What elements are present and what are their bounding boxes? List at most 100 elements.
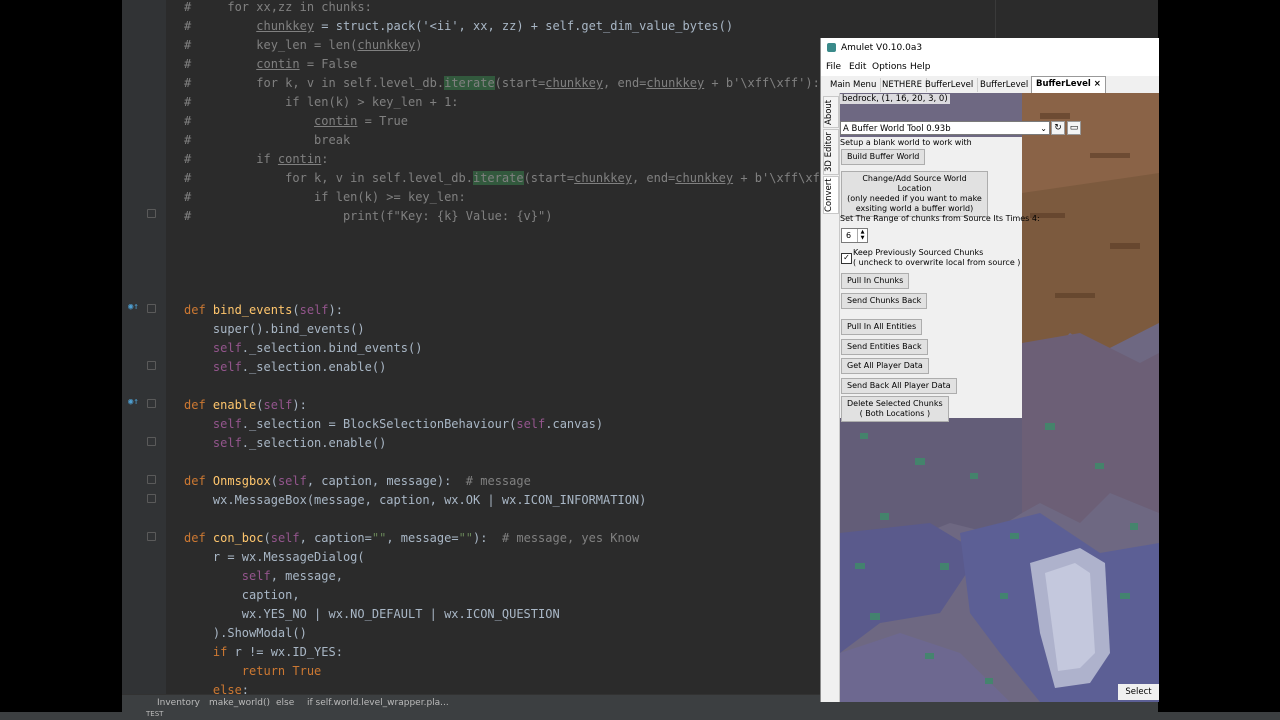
code-line[interactable]: wx.MessageBox(message, caption, wx.OK | … <box>184 491 646 510</box>
code-token: con_boc <box>212 531 264 545</box>
code-line[interactable]: r = wx.MessageDialog( <box>184 548 365 567</box>
code-token: chunkkey <box>357 38 416 52</box>
code-token: self <box>277 474 307 488</box>
fold-icon[interactable] <box>147 209 156 218</box>
code-line[interactable]: if r != wx.ID_YES: <box>184 643 343 662</box>
send-player-data-button[interactable]: Send Back All Player Data <box>841 378 957 394</box>
menu-file[interactable]: File <box>826 62 841 72</box>
menu-edit[interactable]: Edit <box>849 62 866 72</box>
code-line[interactable]: self._selection.enable() <box>184 434 386 453</box>
fold-icon[interactable] <box>147 304 156 313</box>
reload-icon[interactable]: ↻ <box>1051 121 1065 135</box>
code-line[interactable]: super().bind_events() <box>184 320 365 339</box>
code-line[interactable]: # if len(k) > key_len + 1: <box>184 93 459 112</box>
get-player-data-button[interactable]: Get All Player Data <box>841 358 929 374</box>
code-line[interactable]: def enable(self): <box>184 396 307 415</box>
tab-bufferlevel-2[interactable]: BufferLevel <box>976 78 1034 92</box>
pull-in-entities-button[interactable]: Pull In All Entities <box>841 319 923 335</box>
code-line[interactable]: def con_boc(self, caption="", message=""… <box>184 529 639 548</box>
override-marker-icon[interactable]: ◉↑ <box>128 302 139 312</box>
title-bar[interactable]: Amulet V0.10.0a3 <box>821 38 1159 59</box>
amulet-window[interactable]: Amulet V0.10.0a3 File Edit Options Help … <box>820 38 1159 702</box>
code-line[interactable]: # for k, v in self.level_db.iterate(star… <box>184 169 849 188</box>
side-tab-3d-editor[interactable]: 3D Editor <box>823 129 839 175</box>
code-line[interactable]: # break <box>184 131 350 150</box>
code-line[interactable]: # if contin: <box>184 150 329 169</box>
code-token: chunkkey <box>675 171 734 185</box>
code-token: iterate <box>444 76 495 90</box>
code-token: # for k, v in self.level_db. <box>184 76 445 90</box>
code-token: self <box>184 569 271 583</box>
side-tabs: About 3D Editor Convert <box>821 93 840 702</box>
code-token: caption, <box>184 588 300 602</box>
code-token: , caption, message): <box>306 474 466 488</box>
plugin-dropdown[interactable]: A Buffer World Tool 0.93b ⌄ <box>840 121 1050 135</box>
range-spinner[interactable]: 6 ▲ ▼ <box>841 228 868 243</box>
code-token: r != wx.ID_YES: <box>234 645 343 659</box>
build-buffer-world-button[interactable]: Build Buffer World <box>841 149 926 165</box>
breadcrumb-item[interactable]: make_world() <box>209 698 270 708</box>
select-button[interactable]: Select <box>1118 684 1159 700</box>
close-icon[interactable]: × <box>1094 79 1101 89</box>
code-token: # key_len = len( <box>184 38 358 52</box>
breadcrumb-item[interactable]: else <box>276 698 294 708</box>
send-chunks-back-button[interactable]: Send Chunks Back <box>841 293 928 309</box>
code-token: : <box>321 152 329 166</box>
code-line[interactable]: def Onmsgbox(self, caption, message): # … <box>184 472 531 491</box>
code-line[interactable]: # print(f"Key: {k} Value: {v}") <box>184 207 552 226</box>
setup-text: Setup a blank world to work with <box>840 138 972 147</box>
fold-icon[interactable] <box>147 437 156 446</box>
side-tab-convert[interactable]: Convert <box>823 176 839 214</box>
code-line[interactable]: # if len(k) >= key_len: <box>184 188 466 207</box>
code-token: bind_events <box>212 303 293 317</box>
code-token: ).ShowModal() <box>184 626 307 640</box>
menu-help[interactable]: Help <box>910 62 931 72</box>
code-line[interactable]: # for xx,zz in chunks: <box>184 0 372 17</box>
breadcrumb-item[interactable]: if self.world.level_wrapper.pla... <box>307 698 449 708</box>
change-source-world-button[interactable]: Change/Add Source World Location (only n… <box>841 171 988 217</box>
code-token: ( <box>292 303 300 317</box>
tab-nethere[interactable]: NETHERE <box>878 78 927 92</box>
fold-icon[interactable] <box>147 399 156 408</box>
folder-icon[interactable]: ▭ <box>1067 121 1081 135</box>
code-token: # <box>184 57 257 71</box>
fold-icon[interactable] <box>147 494 156 503</box>
code-line[interactable]: return True <box>184 662 321 681</box>
override-marker-icon[interactable]: ◉↑ <box>128 397 139 407</box>
send-entities-back-button[interactable]: Send Entities Back <box>841 339 928 355</box>
tab-bufferlevel-active[interactable]: BufferLevel × <box>1031 76 1106 93</box>
code-line[interactable]: def bind_events(self): <box>184 301 343 320</box>
code-line[interactable]: # contin = True <box>184 112 408 131</box>
code-line[interactable]: # for k, v in self.level_db.iterate(star… <box>184 74 820 93</box>
code-line[interactable]: ).ShowModal() <box>184 624 307 643</box>
menu-options[interactable]: Options <box>872 62 907 72</box>
code-line[interactable]: self._selection = BlockSelectionBehaviou… <box>184 415 603 434</box>
code-line[interactable]: # chunkkey = struct.pack('<ii', xx, zz) … <box>184 17 733 36</box>
code-token: , message= <box>386 531 459 545</box>
fold-icon[interactable] <box>147 475 156 484</box>
run-config-label[interactable]: TEST <box>146 710 163 718</box>
code-token: = False <box>299 57 358 71</box>
code-line[interactable]: self._selection.enable() <box>184 358 386 377</box>
pull-in-chunks-button[interactable]: Pull In Chunks <box>841 273 910 289</box>
breadcrumb-item[interactable]: Inventory <box>157 698 200 708</box>
code-token: .canvas) <box>545 417 604 431</box>
code-line[interactable]: self._selection.bind_events() <box>184 339 423 358</box>
code-line[interactable]: # key_len = len(chunkkey) <box>184 36 422 55</box>
delete-chunks-button[interactable]: Delete Selected Chunks ( Both Locations … <box>841 396 949 422</box>
keep-chunks-checkbox[interactable]: ✓ <box>841 253 852 264</box>
tab-bufferlevel-1[interactable]: BufferLevel <box>921 78 979 92</box>
code-line[interactable]: # contin = False <box>184 55 357 74</box>
code-token: chunkkey <box>646 76 705 90</box>
code-token: Onmsgbox <box>212 474 271 488</box>
code-line[interactable]: self, message, <box>184 567 343 586</box>
side-tab-about[interactable]: About <box>823 96 839 128</box>
tab-main-menu[interactable]: Main Menu <box>826 78 882 92</box>
code-token: (start= <box>523 171 575 185</box>
code-line[interactable]: caption, <box>184 586 300 605</box>
spinner-arrows-icon[interactable]: ▲ ▼ <box>857 229 867 242</box>
fold-icon[interactable] <box>147 532 156 541</box>
code-line[interactable]: wx.YES_NO | wx.NO_DEFAULT | wx.ICON_QUES… <box>184 605 560 624</box>
fold-icon[interactable] <box>147 361 156 370</box>
code-token: ): <box>473 531 502 545</box>
